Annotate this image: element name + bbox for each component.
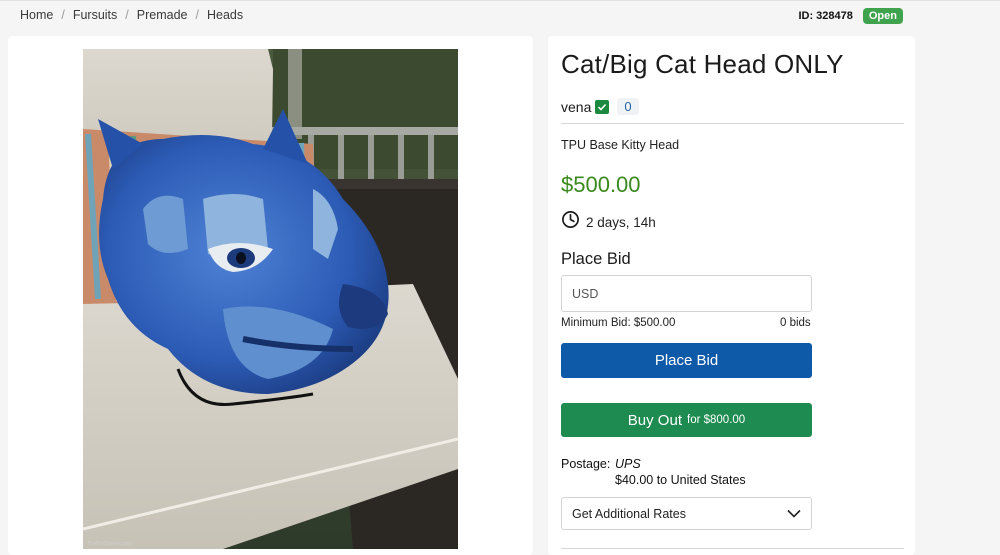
postage-label: Postage:: [561, 457, 611, 471]
check-icon: [595, 99, 610, 114]
listing-photo[interactable]: TheFurScene.com: [83, 49, 458, 549]
listing-id-area: ID: 328478 Open: [798, 8, 903, 24]
divider: [561, 123, 904, 124]
photo-illustration: TheFurScene.com: [83, 49, 458, 549]
additional-rates-label: Get Additional Rates: [572, 506, 686, 521]
breadcrumb-separator: /: [125, 8, 129, 22]
breadcrumb: Home / Fursuits / Premade / Heads: [20, 8, 243, 22]
place-bid-button[interactable]: Place Bid: [561, 343, 812, 378]
status-badge: Open: [862, 8, 903, 24]
listing-subtitle: TPU Base Kitty Head: [561, 138, 680, 152]
breadcrumb-home[interactable]: Home: [20, 8, 53, 22]
buy-out-label: Buy Out: [627, 411, 682, 429]
time-remaining-text: 2 days, 14h: [586, 214, 656, 230]
time-remaining: 2 days, 14h: [561, 210, 656, 234]
svg-text:TheFurScene.com: TheFurScene.com: [86, 541, 132, 547]
listing-id: ID: 328478: [798, 10, 853, 22]
seller-name-link[interactable]: vena: [561, 99, 591, 115]
additional-rates-dropdown[interactable]: Get Additional Rates: [561, 497, 812, 530]
postage-method: UPS: [615, 457, 641, 471]
top-border: [0, 0, 1000, 1]
breadcrumb-premade[interactable]: Premade: [137, 8, 188, 22]
place-bid-heading: Place Bid: [561, 250, 631, 268]
divider: [561, 548, 904, 549]
breadcrumb-heads[interactable]: Heads: [207, 8, 243, 22]
clock-icon: [561, 210, 580, 234]
bid-amount-input[interactable]: [561, 275, 812, 312]
seller-info: vena 0: [561, 98, 639, 115]
listing-title: Cat/Big Cat Head ONLY: [561, 49, 844, 79]
minimum-bid-text: Minimum Bid: $500.00: [561, 317, 676, 329]
breadcrumb-separator: /: [61, 8, 65, 22]
current-price: $500.00: [561, 172, 641, 197]
breadcrumb-separator: /: [195, 8, 199, 22]
buy-out-button[interactable]: Buy Out for $800.00: [561, 403, 812, 437]
bid-count: 0 bids: [780, 317, 811, 329]
postage-cost: $40.00 to United States: [615, 473, 746, 487]
breadcrumb-fursuits[interactable]: Fursuits: [73, 8, 117, 22]
seller-feedback-count[interactable]: 0: [617, 98, 639, 115]
buy-out-price: for $800.00: [687, 414, 746, 426]
chevron-down-icon: [787, 505, 801, 523]
